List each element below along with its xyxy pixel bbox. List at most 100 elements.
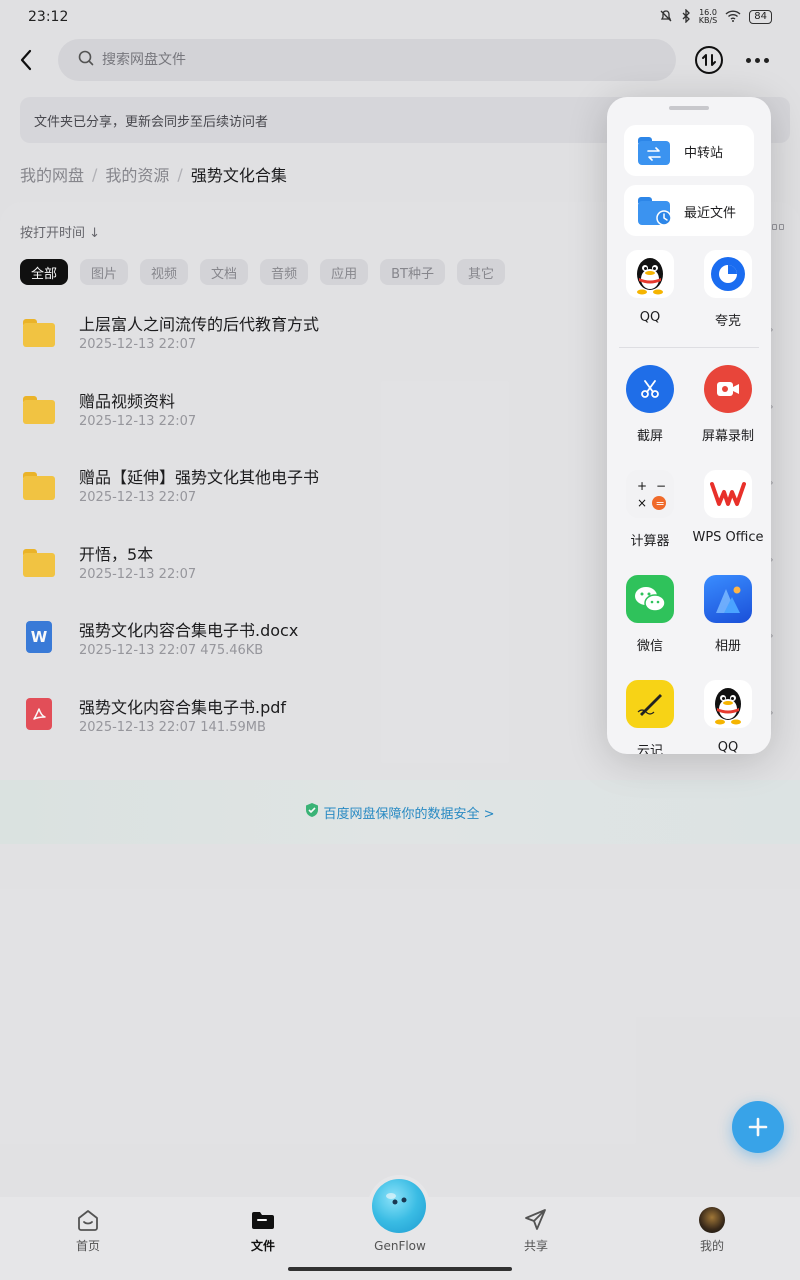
breadcrumb-current: 强势文化合集: [190, 166, 287, 185]
breadcrumb-separator: /: [177, 164, 183, 184]
nav-mine[interactable]: 我的: [672, 1207, 752, 1254]
file-meta: 2025-12-13 22:07 475.46KB: [79, 643, 264, 658]
network-speed: 16.0 KB/S: [698, 8, 718, 25]
chip-documents[interactable]: 文档: [200, 259, 249, 285]
qq-icon: [704, 680, 752, 728]
svg-text:−: −: [656, 479, 666, 493]
app-screenshot[interactable]: 截屏: [611, 365, 689, 444]
drag-handle[interactable]: [669, 106, 709, 110]
file-name: 强势文化内容合集电子书.pdf: [79, 697, 287, 717]
filter-chips: 全部 图片 视频 文档 音频 应用 BT种子 其它: [20, 259, 505, 285]
safety-text: 百度网盘保障你的数据安全 >: [323, 806, 495, 822]
battery-indicator: 84: [749, 10, 772, 24]
chip-images[interactable]: 图片: [80, 259, 129, 285]
sort-selector[interactable]: 按打开时间 ↓: [20, 222, 100, 241]
wifi-icon: [725, 9, 741, 25]
calculator-icon: + − × =: [626, 470, 674, 518]
app-screen-record[interactable]: 屏幕录制: [689, 365, 767, 444]
nav-genflow[interactable]: GenFlow: [360, 1239, 440, 1253]
breadcrumb: 我的网盘 / 我的资源 / 强势文化合集: [20, 162, 287, 186]
app-qq[interactable]: QQ: [611, 250, 689, 325]
pill-label: 最近文件: [684, 206, 737, 221]
breadcrumb-item-my-resources[interactable]: 我的资源: [105, 162, 169, 186]
pill-label: 中转站: [684, 146, 724, 161]
nav-home[interactable]: 首页: [48, 1207, 128, 1254]
add-button[interactable]: [732, 1101, 784, 1153]
dot: [754, 57, 760, 63]
screen-record-icon: [704, 365, 752, 413]
chip-bt[interactable]: BT种子: [380, 259, 445, 285]
app-quark[interactable]: 夸克: [689, 250, 767, 329]
file-meta: 2025-12-13 22:07 141.59MB: [79, 719, 266, 735]
plus-icon: [748, 1117, 768, 1137]
side-app-dock: 中转站 最近文件 QQ 夸克 截屏 屏幕录制 + − × = 计算器 WPS O…: [607, 97, 771, 754]
word-doc-icon: W: [23, 621, 57, 655]
folder-icon: [23, 468, 57, 502]
bluetooth-icon: [681, 7, 691, 26]
folder-icon: [23, 392, 57, 426]
svg-text:=: =: [656, 497, 665, 510]
search-bar[interactable]: [58, 39, 676, 81]
chip-all[interactable]: 全部: [20, 259, 69, 285]
svg-text:×: ×: [637, 496, 647, 510]
folder-icon: [23, 315, 57, 349]
transfer-list-button[interactable]: [695, 46, 723, 74]
chip-audio[interactable]: 音频: [260, 259, 309, 285]
app-wechat[interactable]: 微信: [611, 575, 689, 654]
home-indicator[interactable]: [288, 1267, 512, 1271]
gallery-icon: [704, 575, 752, 623]
back-button[interactable]: [14, 44, 38, 76]
nav-files[interactable]: 文件: [223, 1207, 303, 1254]
chip-other[interactable]: 其它: [456, 259, 505, 285]
view-mode-toggle[interactable]: [772, 224, 784, 238]
shield-icon: [305, 802, 319, 822]
folder-icon: [252, 1212, 274, 1229]
chevron-left-icon: [20, 49, 32, 71]
file-meta: 2025-12-13 22:07: [79, 413, 197, 429]
mute-icon: [659, 9, 673, 26]
file-name: 上层富人之间流传的后代教育方式: [79, 315, 320, 334]
more-options-button[interactable]: [742, 50, 772, 70]
qq-icon: [626, 250, 674, 298]
file-name: 赠品【延伸】强势文化其他电子书: [79, 468, 320, 487]
app-notes[interactable]: 云记: [611, 680, 689, 754]
chip-apps[interactable]: 应用: [320, 259, 369, 285]
data-safety-banner[interactable]: 百度网盘保障你的数据安全 >: [0, 780, 800, 844]
svg-text:+: +: [637, 479, 647, 493]
status-bar: 23:12 16.0 KB/S 84: [0, 0, 800, 34]
transfer-station-icon: [638, 135, 672, 167]
chip-videos[interactable]: 视频: [140, 259, 189, 285]
grid-cell: [779, 224, 784, 230]
app-gallery[interactable]: 相册: [689, 575, 767, 654]
file-name: 强势文化内容合集电子书.docx: [79, 621, 299, 640]
app-wps[interactable]: WPS Office: [689, 470, 767, 545]
screenshot-icon: [626, 365, 674, 413]
file-name: 开悟，5本: [79, 544, 154, 564]
folder-icon: [23, 545, 57, 579]
search-input[interactable]: [102, 52, 622, 68]
file-meta: 2025-12-13 22:07: [79, 566, 197, 582]
search-icon: [78, 50, 94, 70]
wechat-icon: [626, 575, 674, 623]
dot: [763, 57, 769, 63]
nav-share[interactable]: 共享: [496, 1207, 576, 1254]
dot: [745, 57, 751, 63]
file-name: 赠品视频资料: [79, 391, 176, 411]
grid-cell: [772, 224, 777, 230]
app-calculator[interactable]: + − × = 计算器: [611, 470, 689, 549]
breadcrumb-separator: /: [92, 164, 98, 184]
status-time: 23:12: [28, 9, 69, 25]
file-meta: 2025-12-13 22:07: [79, 337, 197, 352]
status-icons: 16.0 KB/S 84: [659, 7, 772, 26]
transfer-station-button[interactable]: 中转站: [624, 125, 754, 176]
recent-files-button[interactable]: 最近文件: [624, 185, 754, 236]
genflow-icon[interactable]: [372, 1179, 426, 1233]
recent-files-icon: [638, 195, 672, 227]
divider: [619, 347, 759, 348]
avatar: [699, 1207, 725, 1233]
breadcrumb-item-my-drive[interactable]: 我的网盘: [20, 162, 84, 186]
paper-plane-icon: [525, 1209, 546, 1230]
notes-icon: [626, 680, 674, 728]
app-qq-2[interactable]: QQ: [689, 680, 767, 754]
pdf-icon: [23, 697, 57, 732]
